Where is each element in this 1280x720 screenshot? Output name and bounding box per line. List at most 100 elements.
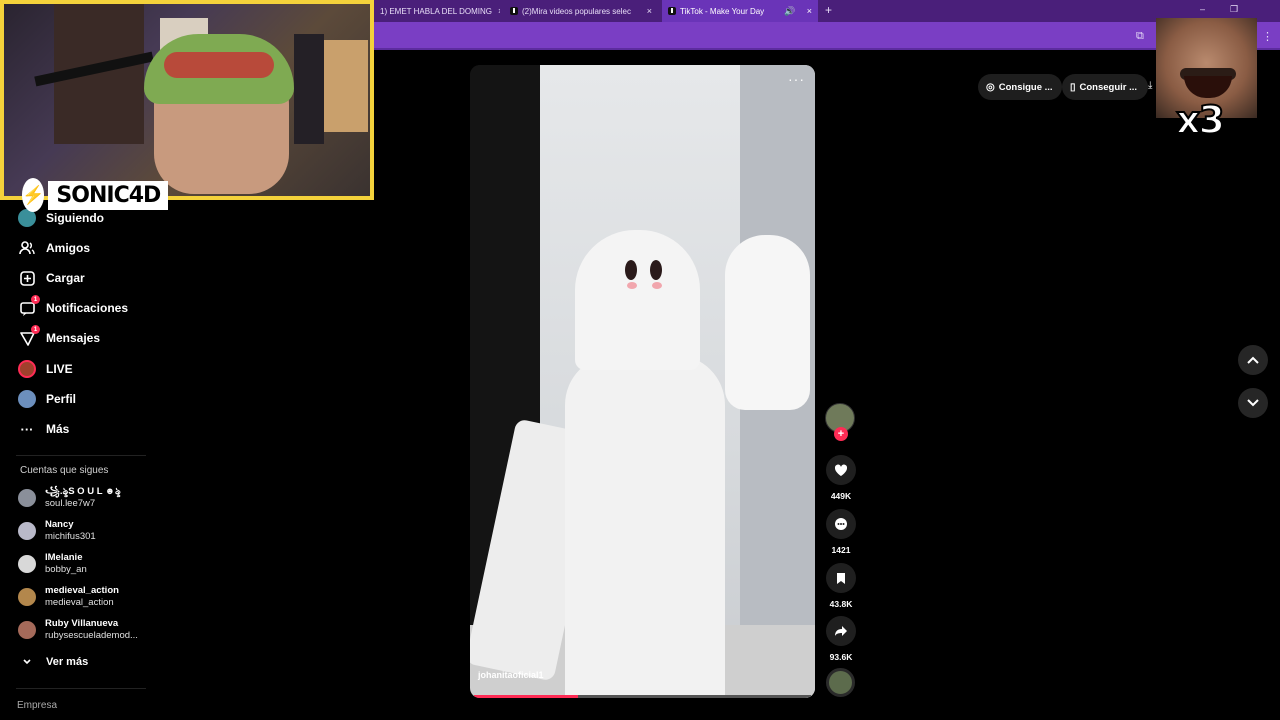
avatar — [18, 522, 36, 540]
video-more-options-icon[interactable]: ··· — [788, 71, 805, 87]
video-watermark-username: johanitaoficial1 — [478, 670, 544, 680]
video-progress-bar[interactable] — [474, 695, 811, 698]
followed-account[interactable]: ꧁.ৡS O U L ☻ৡ soul.lee7w7 — [18, 484, 121, 512]
reaction-multiplier: x3 — [1175, 97, 1226, 143]
followed-account[interactable]: medieval_action medieval_action — [18, 583, 119, 611]
notification-badge: 1 — [31, 295, 40, 304]
account-name: lMelanie — [45, 552, 83, 563]
upload-icon — [18, 269, 36, 287]
browser-tab-2[interactable]: (2)Mira videos populares selec × — [504, 0, 658, 22]
chevron-down-icon — [18, 653, 36, 671]
comment-count: 1421 — [831, 545, 851, 555]
new-tab-button[interactable]: + — [825, 3, 832, 17]
avatar — [18, 621, 36, 639]
close-tab-icon[interactable]: × — [492, 6, 500, 16]
chevron-down-icon — [1247, 396, 1259, 410]
coin-icon: ◎ — [986, 81, 995, 93]
sidebar-item-more[interactable]: ··· Más — [18, 418, 70, 440]
see-more-label: Ver más — [46, 656, 89, 668]
account-name: ꧁.ৡS O U L ☻ৡ — [45, 486, 121, 497]
footer-company-link[interactable]: Empresa — [17, 700, 57, 711]
tiktok-favicon-icon — [510, 7, 518, 15]
tab-title: TikTok - Make Your Day — [680, 6, 765, 16]
video-player[interactable]: ··· johanitaoficial1 — [470, 65, 815, 698]
acoustic-panel — [294, 34, 324, 144]
avatar — [18, 555, 36, 573]
video-progress-fill — [474, 695, 579, 698]
phone-icon: ▯ — [1070, 81, 1076, 93]
avatar — [18, 588, 36, 606]
account-handle: rubysescuelademod... — [45, 630, 138, 641]
brand-name: SONIC4D — [48, 180, 169, 210]
heart-icon[interactable] — [826, 455, 856, 485]
follow-button[interactable]: + — [834, 427, 848, 441]
share-icon[interactable] — [826, 616, 856, 646]
get-coins-button[interactable]: ◎ Consigue ... — [978, 74, 1062, 100]
previous-video-button[interactable] — [1238, 345, 1268, 375]
ghost-eye — [625, 260, 637, 280]
live-icon — [18, 360, 36, 378]
next-video-button[interactable] — [1238, 388, 1268, 418]
sidebar-item-label: Mensajes — [46, 331, 101, 345]
sidebar-item-messages[interactable]: 1 Mensajes — [18, 325, 101, 349]
maximize-button[interactable]: ❐ — [1230, 4, 1238, 15]
tab-title: (2)Mira videos populares selec — [522, 6, 631, 16]
download-icon[interactable]: ⤓ — [1148, 80, 1152, 91]
save-count: 43.8K — [829, 599, 853, 609]
minimize-button[interactable]: – — [1200, 4, 1205, 14]
sidebar-item-upload[interactable]: Cargar — [18, 267, 85, 289]
get-app-label: Conseguir ... — [1079, 81, 1138, 93]
menu-icon[interactable]: ⋮ — [1262, 30, 1273, 43]
more-dots-icon: ··· — [20, 421, 34, 437]
comment-action[interactable]: 1421 — [825, 509, 857, 555]
close-tab-icon[interactable]: × — [641, 6, 652, 16]
save-action[interactable]: 43.8K — [825, 563, 857, 609]
share-action[interactable]: 93.6K — [825, 616, 857, 662]
sidebar-item-label: Notificaciones — [46, 301, 129, 315]
ghost-costume-sleeve — [725, 235, 810, 410]
ghost-costume-dress — [565, 355, 725, 698]
followed-account[interactable]: lMelanie bobby_an — [18, 550, 87, 578]
sidebar-item-label: Más — [46, 422, 70, 436]
account-handle: soul.lee7w7 — [45, 498, 96, 509]
sidebar-divider — [16, 688, 146, 689]
streamer-webcam — [0, 0, 374, 200]
sidebar-item-label: Perfil — [46, 392, 77, 406]
friends-icon — [18, 239, 36, 257]
get-app-button[interactable]: ▯ Conseguir ... — [1062, 74, 1148, 100]
poster — [324, 40, 368, 132]
followed-account[interactable]: Nancy michifus301 — [18, 517, 96, 545]
followed-account[interactable]: Ruby Villanueva rubysescuelademod... — [18, 616, 138, 644]
hat-goggles — [164, 52, 274, 78]
like-action[interactable]: 449K — [825, 455, 857, 501]
ghost-eye — [650, 260, 662, 280]
account-handle: medieval_action — [45, 597, 114, 608]
avatar — [18, 489, 36, 507]
share-count: 93.6K — [829, 652, 853, 662]
browser-tab-3-active[interactable]: TikTok - Make Your Day 🔊 × — [662, 0, 818, 22]
sidebar-item-label: Siguiendo — [46, 211, 104, 225]
sidebar-item-notifications[interactable]: 1 Notificaciones — [18, 295, 129, 319]
account-name: Nancy — [45, 519, 74, 530]
sidebar-item-profile[interactable]: Perfil — [18, 388, 76, 410]
comment-icon[interactable] — [826, 509, 856, 539]
sidebar-item-friends[interactable]: Amigos — [18, 237, 90, 259]
audio-playing-icon[interactable]: 🔊 — [784, 6, 795, 17]
see-more-button[interactable]: Ver más — [18, 651, 88, 673]
close-tab-icon[interactable]: × — [801, 6, 812, 16]
ghost-blush — [652, 282, 662, 289]
ghost-blush — [627, 282, 637, 289]
tab-title: 1) EMET HABLA DEL DOMING — [380, 6, 493, 16]
notifications-icon: 1 — [18, 295, 40, 317]
messages-icon: 1 — [18, 325, 40, 347]
like-count: 449K — [830, 491, 852, 501]
sidebar-divider — [16, 455, 146, 456]
browser-tab-1[interactable]: 1) EMET HABLA DEL DOMING × — [374, 0, 500, 22]
cast-icon[interactable]: ⧉ — [1136, 30, 1144, 43]
following-accounts-title: Cuentas que sigues — [20, 465, 109, 476]
stream-brand: ⚡ SONIC4D — [22, 178, 169, 212]
sidebar-item-label: LIVE — [46, 362, 73, 376]
bookmark-icon[interactable] — [826, 563, 856, 593]
sidebar-item-live[interactable]: LIVE — [18, 358, 73, 380]
sound-disc-icon[interactable] — [826, 668, 855, 697]
